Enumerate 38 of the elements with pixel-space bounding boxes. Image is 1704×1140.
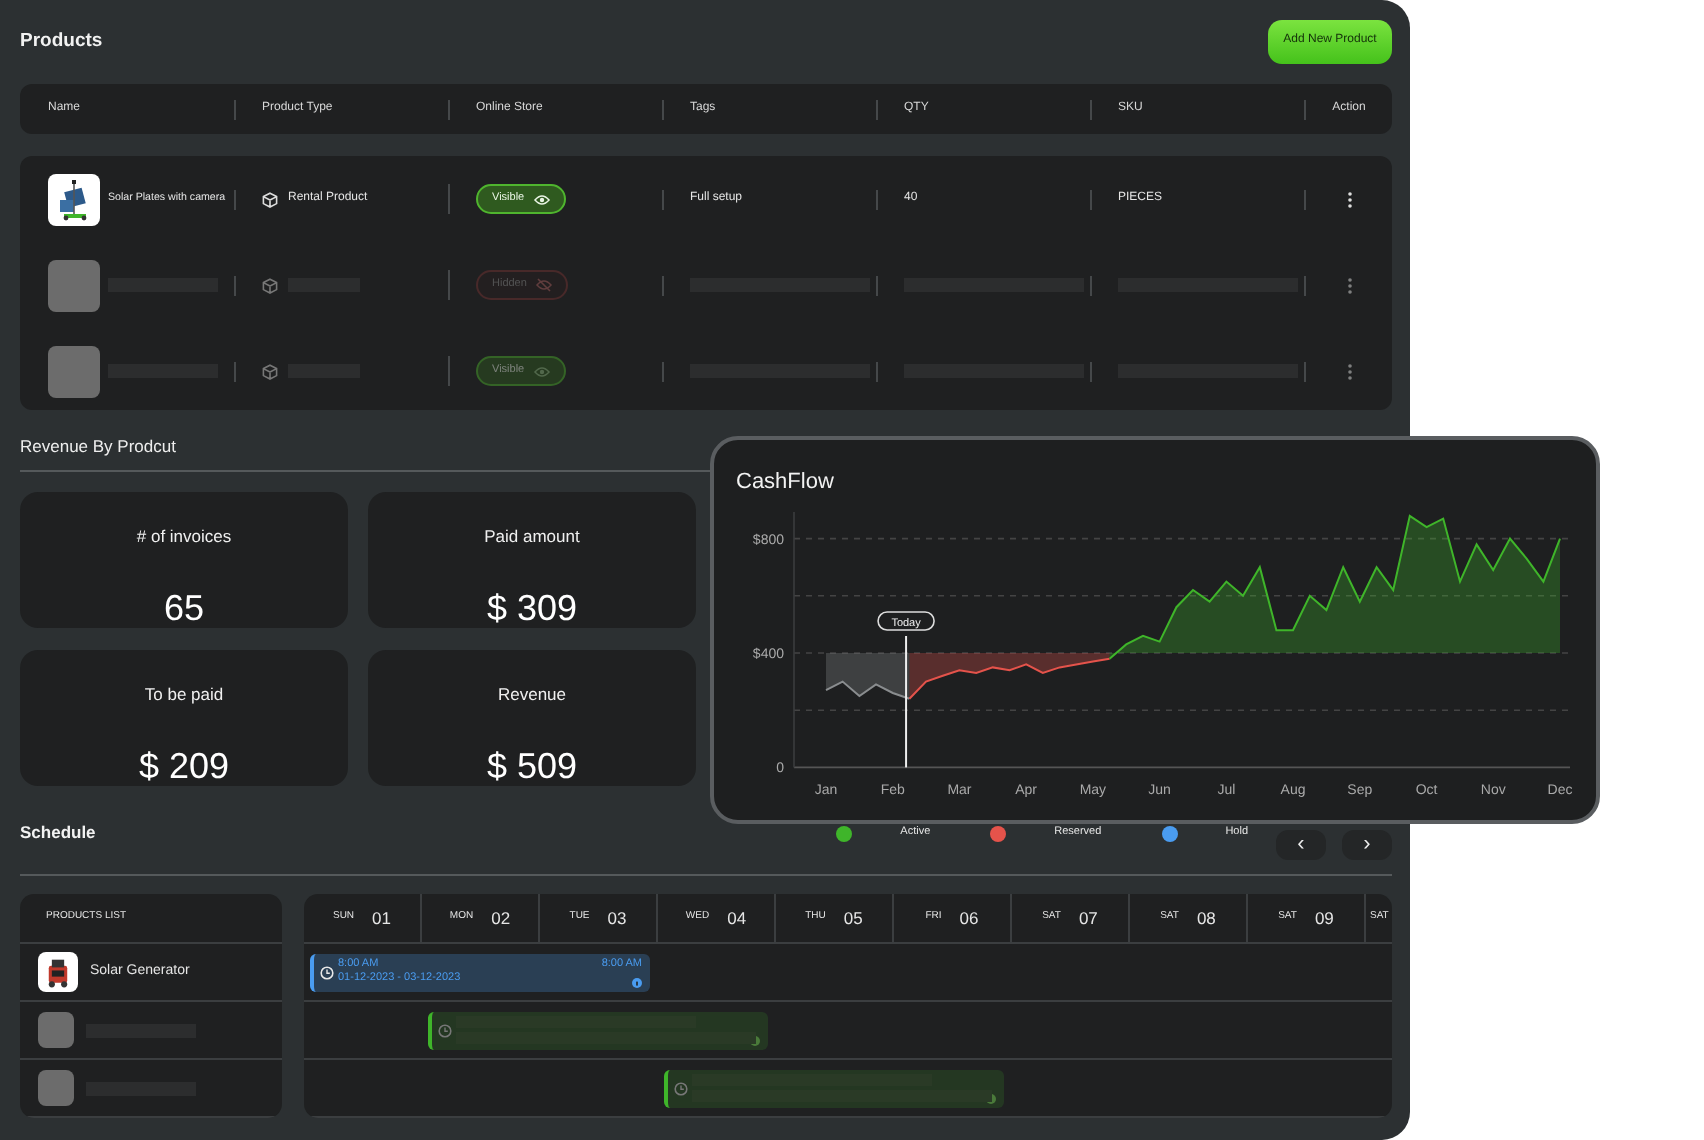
cube-icon xyxy=(262,363,278,379)
stat-label: Paid amount xyxy=(484,524,580,550)
stat-label: To be paid xyxy=(144,682,224,708)
section-title: Products xyxy=(20,27,103,56)
section-title: Revenue By Prodcut xyxy=(20,433,176,459)
image-placeholder xyxy=(38,1012,74,1048)
day-date: 06 xyxy=(959,905,979,931)
stat-value: $ 309 xyxy=(486,586,578,632)
day-date: 02 xyxy=(491,905,511,931)
stat-value: $ 509 xyxy=(486,744,578,790)
chart-title: CashFlow xyxy=(734,468,836,498)
next-button[interactable]: › xyxy=(1342,830,1392,860)
image-placeholder xyxy=(48,345,100,397)
image-placeholder xyxy=(38,1070,74,1106)
eye-slash-icon xyxy=(536,278,553,292)
more-icon[interactable] xyxy=(1345,189,1353,209)
day-date: 08 xyxy=(1196,905,1216,931)
clock-icon xyxy=(320,966,334,980)
day-date: 01 xyxy=(372,905,392,931)
day-date: 03 xyxy=(607,905,627,931)
stat-value: $ 209 xyxy=(138,744,230,790)
stat-label: # of invoices xyxy=(136,524,232,550)
image-placeholder xyxy=(48,259,100,311)
eye-icon xyxy=(534,365,551,377)
stat-label: Revenue xyxy=(497,682,567,708)
previous-button[interactable]: ‹ xyxy=(1276,830,1326,860)
clock-icon xyxy=(438,1024,452,1038)
section-title: Schedule xyxy=(20,820,96,846)
cube-icon xyxy=(262,277,278,293)
day-date: 05 xyxy=(843,905,863,931)
day-date: 04 xyxy=(727,905,747,931)
clock-icon xyxy=(674,1082,688,1096)
stat-value: 65 xyxy=(163,586,205,632)
cube-icon xyxy=(262,191,278,207)
today-marker xyxy=(905,635,908,769)
day-date: 09 xyxy=(1314,905,1334,931)
eye-icon xyxy=(534,193,551,205)
day-date: 07 xyxy=(1078,905,1098,931)
